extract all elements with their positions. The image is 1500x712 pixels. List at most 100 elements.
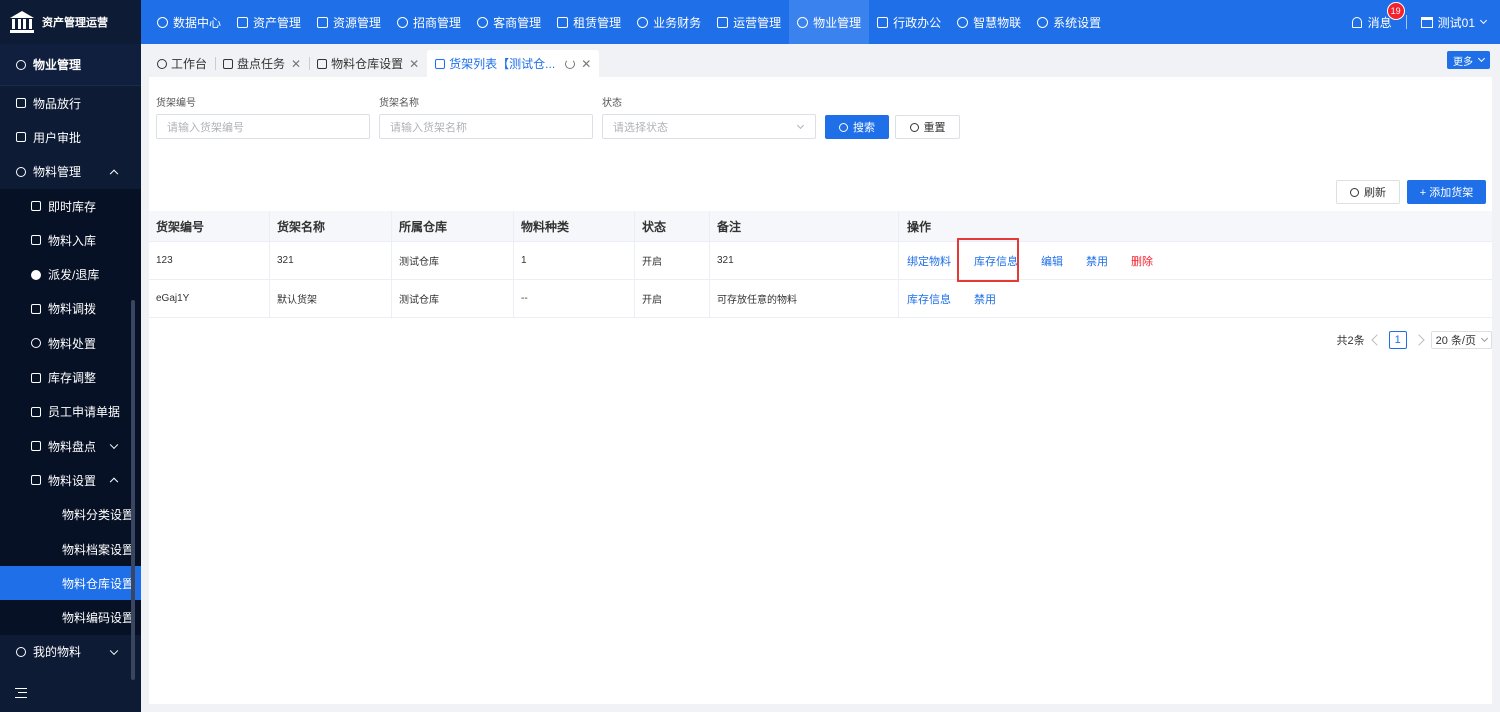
document-icon — [435, 58, 446, 69]
header-warehouse: 所属仓库 — [392, 211, 514, 241]
sidebar-item-employee-request[interactable]: 员工申请单据 — [0, 394, 141, 429]
bind-material-link[interactable]: 绑定物料 — [907, 253, 951, 269]
edit-link[interactable]: 编辑 — [1041, 253, 1063, 269]
prev-page-icon[interactable] — [1370, 334, 1383, 346]
messages-button[interactable]: 消息 19 — [1351, 1, 1405, 31]
total-count: 共2条 — [1336, 335, 1365, 347]
refresh-icon[interactable] — [565, 58, 576, 69]
top-nav-property[interactable]: 物业管理 — [789, 0, 870, 44]
cell-actions: 库存信息 禁用 — [899, 280, 1492, 317]
refresh-icon — [1350, 187, 1359, 197]
reset-button[interactable]: 重置 — [895, 115, 960, 139]
sidebar: 物业管理 物品放行 用户审批 物料管理 即时库存 物料入库 派发/退库 物料调拨… — [0, 44, 141, 712]
shelf-code-label: 货架编号 — [156, 98, 196, 109]
top-nav-admin[interactable]: 行政办公 — [869, 0, 949, 44]
shelf-name-input[interactable]: 请输入货架名称 — [379, 114, 593, 139]
sidebar-item-inbound[interactable]: 物料入库 — [0, 223, 141, 258]
sidebar-item-material-settings[interactable]: 物料设置 — [0, 463, 141, 498]
table-row: eGaj1Y 默认货架 测试仓库 -- 开启 可存放任意的物料 库存信息 禁用 — [149, 280, 1492, 318]
top-nav-invest[interactable]: 招商管理 — [389, 0, 469, 44]
shelf-table: 货架编号 货架名称 所属仓库 物料种类 状态 备注 操作 123 321 测试仓… — [149, 211, 1492, 318]
sidebar-item-code-settings[interactable]: 物料编码设置 — [0, 600, 141, 635]
reset-icon — [909, 122, 919, 132]
status-select[interactable]: 请选择状态 — [602, 114, 816, 139]
sidebar-item-material[interactable]: 物料管理 — [0, 155, 141, 189]
bell-icon — [1351, 16, 1362, 28]
cube-icon — [16, 166, 26, 177]
top-nav-iot[interactable]: 智慧物联 — [949, 0, 1029, 44]
sidebar-scrollbar[interactable] — [131, 300, 135, 680]
close-icon[interactable]: ✕ — [409, 57, 419, 71]
sidebar-item-adjust[interactable]: 库存调整 — [0, 360, 141, 395]
top-nav-merchant[interactable]: 客商管理 — [469, 0, 549, 44]
header-material-kinds: 物料种类 — [514, 211, 635, 241]
search-button[interactable]: 搜索 — [825, 115, 889, 139]
more-tabs-button[interactable]: 更多 — [1447, 51, 1490, 69]
sidebar-title[interactable]: 物业管理 — [0, 44, 141, 86]
cell-remark: 321 — [710, 242, 899, 279]
sidebar-item-archive-settings[interactable]: 物料档案设置 — [0, 531, 141, 567]
close-icon[interactable]: ✕ — [291, 57, 301, 71]
header-divider — [1405, 15, 1407, 29]
sidebar-item-disposal[interactable]: 物料处置 — [0, 326, 141, 361]
transfer-icon — [31, 303, 41, 314]
top-nav-finance[interactable]: 业务财务 — [629, 0, 709, 44]
home-icon — [797, 16, 809, 28]
tab-workbench[interactable]: 工作台 — [149, 50, 216, 77]
top-nav-asset[interactable]: 资产管理 — [229, 0, 309, 44]
monitor-icon — [877, 16, 889, 28]
main-content: 货架编号 请输入货架编号 货架名称 请输入货架名称 状态 请选择状态 搜索 重置… — [149, 77, 1492, 704]
sidebar-item-stock[interactable]: 即时库存 — [0, 188, 141, 224]
tab-warehouse-settings[interactable]: 物料仓库设置 ✕ — [309, 50, 428, 77]
app-title: 资产管理运营 — [42, 17, 108, 29]
top-nav-settings[interactable]: 系统设置 — [1029, 0, 1109, 44]
page-size-select[interactable]: 20 条/页 — [1430, 331, 1492, 349]
top-nav-lease[interactable]: 租赁管理 — [549, 0, 629, 44]
sidebar-item-inventory-check[interactable]: 物料盘点 — [0, 428, 141, 464]
grid-icon — [717, 16, 729, 28]
chevron-down-icon — [1479, 16, 1488, 25]
tab-inventory-task[interactable]: 盘点任务 ✕ — [215, 50, 310, 77]
sidebar-item-transfer[interactable]: 物料调拨 — [0, 291, 141, 327]
disable-link[interactable]: 禁用 — [1086, 253, 1108, 269]
sidebar-item-my-material[interactable]: 我的物料 — [0, 635, 141, 669]
refresh-button[interactable]: 刷新 — [1336, 180, 1400, 204]
sidebar-item-category-settings[interactable]: 物料分类设置 — [0, 497, 141, 532]
header-shelf-code: 货架编号 — [149, 211, 270, 241]
compass-icon — [31, 269, 41, 280]
sidebar-item-warehouse-settings[interactable]: 物料仓库设置 — [0, 566, 141, 601]
cell-shelf-code: 123 — [149, 242, 270, 279]
next-page-icon[interactable] — [1412, 334, 1425, 346]
page-number[interactable]: 1 — [1388, 331, 1407, 349]
sidebar-collapse-button[interactable] — [0, 674, 141, 712]
delete-link[interactable]: 删除 — [1131, 253, 1153, 269]
user-menu[interactable]: 测试01 — [1420, 14, 1488, 31]
chevron-down-icon — [1477, 54, 1486, 63]
sidebar-item-release[interactable]: 物品放行 — [0, 86, 141, 120]
top-nav-resource[interactable]: 资源管理 — [309, 0, 389, 44]
pagination: 共2条 1 20 条/页 — [1337, 331, 1492, 349]
bank-icon — [10, 11, 34, 33]
sidebar-item-approval[interactable]: 用户审批 — [0, 120, 141, 154]
top-bar: 资产管理运营 数据中心 资产管理 资源管理 招商管理 客商管理 租赁管理 业务财… — [0, 0, 1500, 44]
checklist-icon — [31, 441, 41, 452]
diamond-icon — [397, 16, 409, 28]
search-icon — [839, 122, 848, 132]
stock-info-link[interactable]: 库存信息 — [907, 291, 951, 307]
chart-icon — [317, 16, 329, 28]
top-nav-operation[interactable]: 运营管理 — [709, 0, 789, 44]
close-icon[interactable]: ✕ — [581, 57, 591, 71]
shelf-code-input[interactable]: 请输入货架编号 — [156, 114, 370, 139]
shelf-name-label: 货架名称 — [379, 98, 419, 109]
chevron-down-icon — [109, 646, 119, 655]
add-shelf-button[interactable]: + 添加货架 — [1407, 180, 1486, 204]
cell-warehouse: 测试仓库 — [392, 280, 514, 317]
sidebar-item-dispatch[interactable]: 派发/退库 — [0, 257, 141, 292]
chevron-up-icon — [109, 169, 119, 178]
top-nav-data-center[interactable]: 数据中心 — [149, 0, 229, 44]
form-icon — [31, 406, 41, 417]
disable-link[interactable]: 禁用 — [974, 291, 996, 307]
app-logo[interactable]: 资产管理运营 — [0, 0, 141, 44]
tab-shelf-list[interactable]: 货架列表【测试仓... ✕ — [427, 50, 600, 77]
cell-status: 开启 — [635, 242, 710, 279]
